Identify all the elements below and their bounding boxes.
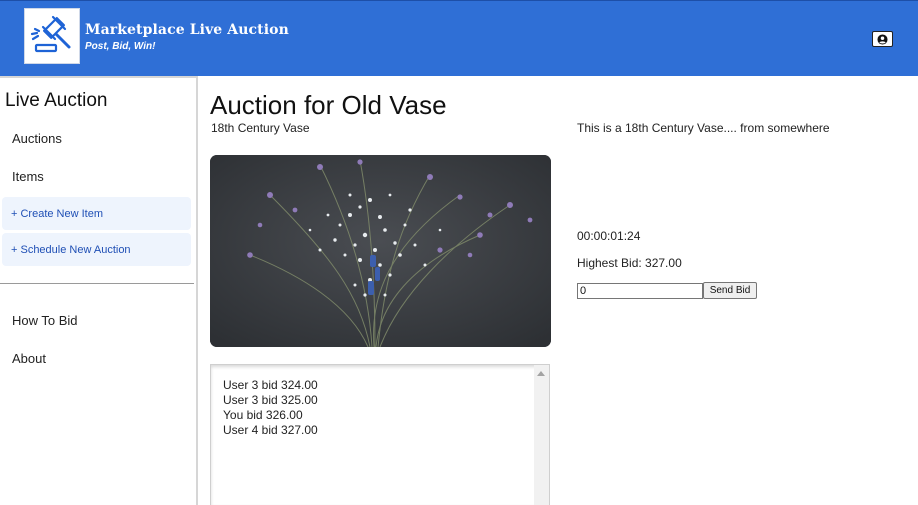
bid-log-entry: User 3 bid 325.00 [223, 393, 318, 407]
page-title: Auction for Old Vase [210, 90, 447, 120]
schedule-new-auction-button[interactable]: + Schedule New Auction [2, 233, 191, 266]
sidebar-divider [0, 283, 194, 284]
app-tagline: Post, Bid, Win! [85, 41, 156, 52]
highest-bid: Highest Bid: 327.00 [577, 256, 682, 270]
top-header: Marketplace Live Auction Post, Bid, Win! [0, 0, 918, 76]
app-logo[interactable] [24, 8, 80, 64]
sidebar-item-items[interactable]: Items [12, 169, 44, 184]
send-bid-button[interactable]: Send Bid [703, 282, 757, 299]
sidebar-item-auctions[interactable]: Auctions [12, 131, 62, 146]
sidebar-item-how-to-bid[interactable]: How To Bid [12, 313, 78, 328]
gavel-icon [30, 15, 71, 53]
sidebar-title: Live Auction [5, 90, 108, 111]
item-image [210, 155, 551, 347]
account-button[interactable] [872, 31, 893, 47]
auction-timer: 00:00:01:24 [577, 229, 641, 243]
scroll-up-arrow-icon[interactable] [537, 371, 545, 376]
create-new-item-button[interactable]: + Create New Item [2, 197, 191, 230]
bid-amount-input[interactable] [577, 283, 703, 299]
sidebar-item-about[interactable]: About [12, 351, 46, 366]
bid-log-scrollbar[interactable] [534, 365, 549, 505]
sidebar: Live Auction Auctions Items + Create New… [0, 76, 198, 505]
bid-log-entry: You bid 326.00 [223, 408, 303, 422]
bid-log-entry: User 3 bid 324.00 [223, 378, 318, 392]
item-description: This is a 18th Century Vase.... from som… [577, 121, 830, 135]
user-circle-icon [877, 33, 888, 45]
item-name: 18th Century Vase [211, 121, 310, 135]
app-title: Marketplace Live Auction [85, 22, 289, 38]
bid-log-list: User 3 bid 324.00 User 3 bid 325.00 You … [223, 378, 318, 438]
bid-log-entry: User 4 bid 327.00 [223, 423, 318, 437]
bid-log-panel[interactable]: User 3 bid 324.00 User 3 bid 325.00 You … [210, 364, 550, 505]
